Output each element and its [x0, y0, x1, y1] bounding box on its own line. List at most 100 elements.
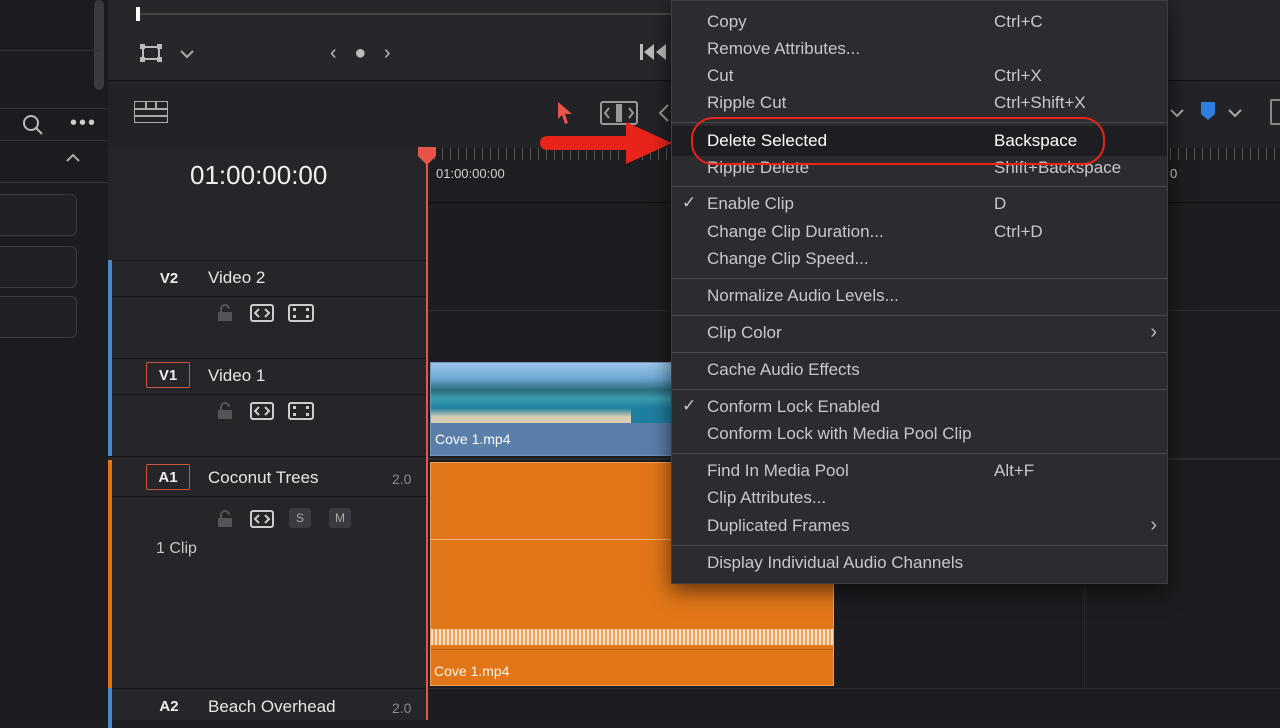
lock-icon[interactable] [216, 402, 234, 420]
timecode-display[interactable]: 01:00:00:00 [190, 160, 327, 191]
track-header-a1[interactable]: A1 Coconut Trees 2.0 S M 1 Clip [108, 460, 426, 689]
menu-item-label: Enable Clip [707, 194, 794, 213]
menu-item-label: Ripple Cut [707, 93, 787, 112]
menu-item-label: Cut [707, 66, 734, 85]
bin-item[interactable] [0, 194, 77, 236]
menu-item-shortcut: Ctrl+Shift+X [994, 93, 1086, 112]
clip-nav[interactable]: ‹ ● › [330, 42, 397, 65]
menu-item-conform-lock-media-pool[interactable]: Conform Lock with Media Pool Clip [672, 422, 1167, 448]
disable-track-icon[interactable] [288, 402, 314, 420]
go-to-start-icon[interactable] [640, 42, 668, 67]
menu-item-clip-attributes[interactable]: Clip Attributes... [672, 486, 1167, 512]
transform-icon[interactable] [140, 44, 162, 67]
track-name[interactable]: Coconut Trees [208, 468, 319, 488]
track-name[interactable]: Video 2 [208, 268, 265, 288]
playhead[interactable] [426, 158, 428, 720]
menu-item-change-clip-duration[interactable]: Change Clip Duration... Ctrl+D [672, 220, 1167, 246]
menu-item-cut[interactable]: Cut Ctrl+X [672, 64, 1167, 90]
marker-icon[interactable] [1270, 99, 1280, 125]
menu-item-label: Duplicated Frames [707, 516, 850, 535]
track-color-bar [108, 358, 112, 456]
chevron-right-icon: › [1150, 321, 1157, 343]
more-options-icon[interactable]: ••• [70, 112, 97, 135]
track-volume: 2.0 [392, 700, 412, 716]
clip-name: Cove 1.mp4 [435, 431, 511, 447]
menu-item-copy[interactable]: Copy Ctrl+C [672, 10, 1167, 36]
menu-item-change-clip-speed[interactable]: Change Clip Speed... [672, 247, 1167, 273]
track-color-bar [108, 260, 112, 358]
track-badge[interactable]: A1 [146, 464, 190, 490]
divider [0, 140, 108, 141]
menu-item-shortcut: Ctrl+C [994, 12, 1043, 31]
menu-item-clip-color[interactable]: Clip Color › [672, 321, 1167, 347]
flag-icon[interactable] [1200, 101, 1216, 126]
menu-item-label: Conform Lock Enabled [707, 397, 880, 416]
track-volume: 2.0 [392, 471, 412, 487]
context-menu: Copy Ctrl+C Remove Attributes... Cut Ctrl+… [671, 0, 1168, 584]
annotation-highlight-circle [691, 117, 1105, 165]
chevron-down-icon[interactable] [1228, 105, 1242, 123]
chevron-down-icon[interactable] [180, 46, 194, 64]
chevron-up-icon[interactable] [66, 150, 80, 168]
menu-item-conform-lock[interactable]: ✓ Conform Lock Enabled [672, 395, 1167, 421]
menu-item-display-audio-channels[interactable]: Display Individual Audio Channels [672, 551, 1167, 577]
menu-item-duplicated-frames[interactable]: Duplicated Frames › [672, 514, 1167, 540]
divider [112, 496, 426, 497]
menu-separator [672, 315, 1167, 316]
menu-item-label: Conform Lock with Media Pool Clip [707, 424, 972, 443]
track-badge[interactable]: A2 [148, 694, 190, 718]
scrollbar[interactable] [94, 0, 104, 90]
divider [431, 649, 833, 650]
check-icon: ✓ [682, 396, 697, 415]
mute-button[interactable]: M [329, 508, 351, 528]
menu-item-label: Clip Color [707, 323, 782, 342]
auto-select-icon[interactable] [250, 402, 274, 420]
menu-item-label: Cache Audio Effects [707, 360, 860, 379]
menu-item-normalize-audio[interactable]: Normalize Audio Levels... [672, 284, 1167, 310]
track-badge[interactable]: V2 [148, 266, 190, 290]
menu-separator [672, 352, 1167, 353]
menu-item-remove-attributes[interactable]: Remove Attributes... [672, 37, 1167, 63]
track-name[interactable]: Video 1 [208, 366, 265, 386]
menu-item-find-in-media-pool[interactable]: Find In Media Pool Alt+F [672, 459, 1167, 485]
lock-icon[interactable] [216, 510, 234, 528]
timecode-area: 01:00:00:00 [108, 148, 426, 261]
annotation-arrow-icon [540, 120, 672, 171]
search-icon[interactable] [22, 114, 44, 141]
clip-name: Cove 1.mp4 [434, 663, 510, 679]
menu-item-label: Change Clip Speed... [707, 249, 869, 268]
video-clip[interactable]: Cove 1.mp4 [430, 362, 674, 456]
bin-item[interactable] [0, 296, 77, 338]
divider [0, 50, 100, 51]
media-pool-panel: ••• [0, 0, 109, 720]
scrub-handle[interactable] [136, 7, 140, 21]
divider [0, 182, 108, 183]
track-name[interactable]: Beach Overhead [208, 697, 336, 717]
lock-icon[interactable] [216, 304, 234, 322]
track-header-a2[interactable]: A2 Beach Overhead 2.0 [108, 688, 426, 728]
clip-count: 1 Clip [156, 540, 197, 557]
track-badge[interactable]: V1 [146, 362, 190, 388]
menu-item-cache-audio-effects[interactable]: Cache Audio Effects [672, 358, 1167, 384]
track-header-v1[interactable]: V1 Video 1 [108, 358, 426, 457]
auto-select-icon[interactable] [250, 510, 274, 528]
timeline-view-options-icon[interactable] [133, 100, 169, 128]
solo-button[interactable]: S [289, 508, 311, 528]
menu-item-ripple-cut[interactable]: Ripple Cut Ctrl+Shift+X [672, 91, 1167, 117]
auto-select-icon[interactable] [250, 304, 274, 322]
chevron-right-icon: › [1150, 514, 1157, 536]
menu-item-shortcut: Ctrl+D [994, 222, 1043, 241]
disable-track-icon[interactable] [288, 304, 314, 322]
bin-item[interactable] [0, 246, 77, 288]
track-color-bar [108, 460, 112, 688]
chevron-down-icon[interactable] [1170, 105, 1184, 123]
track-header-v2[interactable]: V2 Video 2 [108, 260, 426, 359]
grid-line [1084, 588, 1085, 688]
divider [112, 296, 426, 297]
menu-item-label: Display Individual Audio Channels [707, 553, 964, 572]
thumbnail [531, 363, 631, 423]
thumbnail [631, 363, 673, 423]
scrub-bar[interactable] [136, 13, 736, 15]
menu-separator [672, 545, 1167, 546]
menu-item-enable-clip[interactable]: ✓ Enable Clip D [672, 192, 1167, 218]
